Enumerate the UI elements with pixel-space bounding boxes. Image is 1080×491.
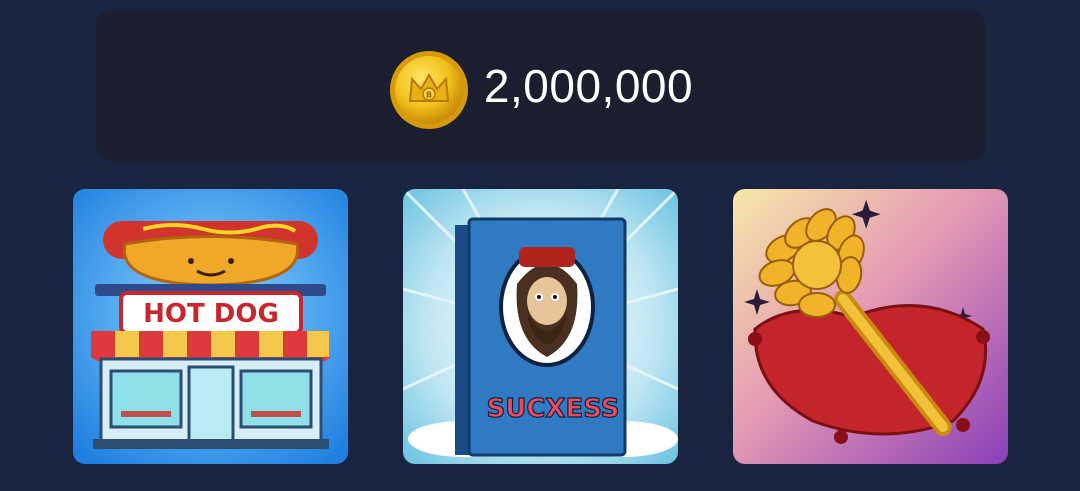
item-card-success-book[interactable]: SUCXESS: [403, 189, 678, 464]
book-icon: SUCXESS: [403, 189, 678, 464]
golden-brush-icon: [733, 189, 1008, 464]
shop-screen: B 2,000,000 HOT DOG SUCXESS: [0, 0, 1080, 491]
balance-panel: B 2,000,000: [96, 11, 985, 161]
svg-text:B: B: [426, 91, 432, 100]
item-card-golden-brush[interactable]: [733, 189, 1008, 464]
coin-icon: B: [389, 51, 468, 129]
hot-dog-sign: HOT DOG: [143, 299, 279, 329]
hot-dog-shop-icon: HOT DOG: [73, 189, 348, 464]
item-card-hot-dog[interactable]: HOT DOG: [73, 189, 348, 464]
balance-amount: 2,000,000: [483, 60, 694, 112]
book-title: SUCXESS: [486, 394, 619, 424]
